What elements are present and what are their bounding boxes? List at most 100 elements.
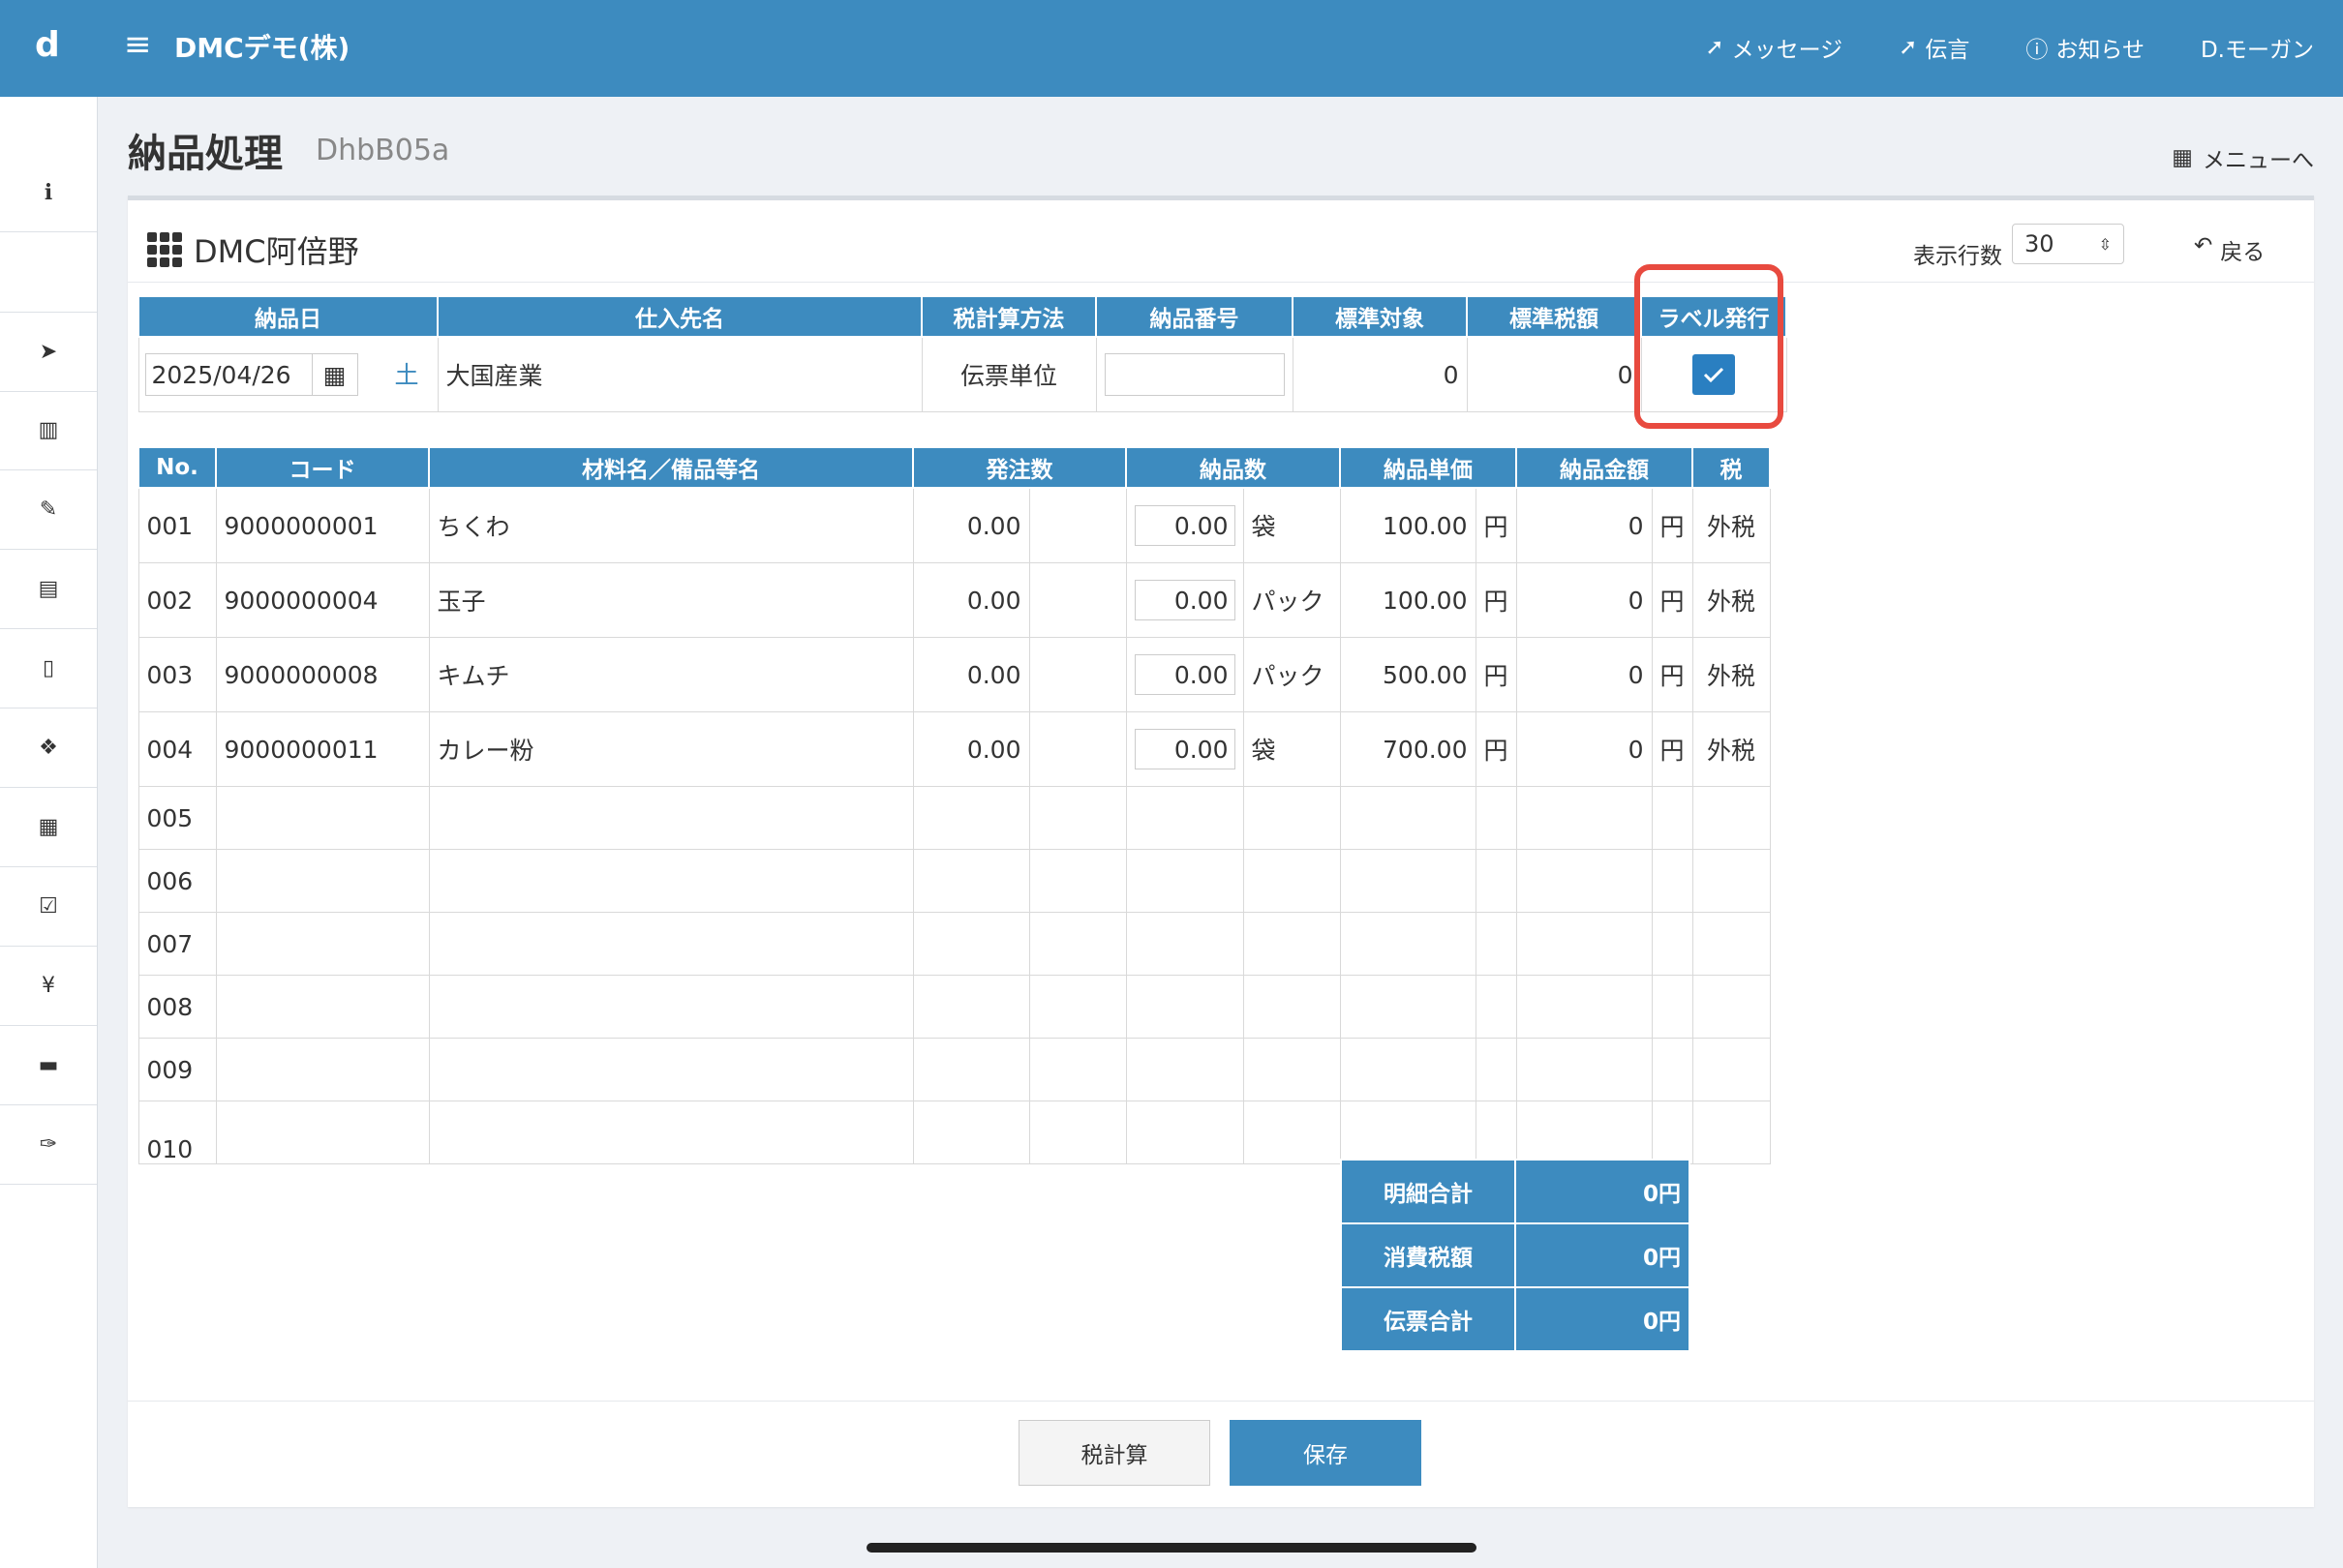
row-code: 9000000011 xyxy=(215,711,430,787)
row-yen-unit: 円 xyxy=(1651,711,1693,787)
company-name: DMCデモ(株) xyxy=(174,32,350,64)
table-row: 009 xyxy=(137,1038,1771,1101)
briefcase-icon: ▬ xyxy=(38,1053,59,1077)
page-code: DhbB05a xyxy=(316,134,450,167)
sidebar-item-chart[interactable]: ▥ xyxy=(0,391,97,470)
user-name: D.モーガン xyxy=(2200,38,2314,63)
sidebar-item-tools[interactable]: ✑ xyxy=(0,1105,97,1185)
calendar-icon: ▦ xyxy=(38,815,59,839)
totals-table: 明細合計 0円 消費税額 0円 伝票合計 0円 xyxy=(1340,1159,1690,1352)
page-title: 納品処理 xyxy=(128,132,283,176)
subtotal-label: 明細合計 xyxy=(1340,1159,1516,1224)
menu-link-label: メニューへ xyxy=(2203,148,2314,173)
table-row: 006 xyxy=(137,849,1771,913)
row-no: 010 xyxy=(137,1101,217,1164)
row-yen-unit: 円 xyxy=(1651,562,1693,638)
sidebar-item-send[interactable]: ➤ xyxy=(0,312,97,392)
delivery-qty-input[interactable]: 0.00 xyxy=(1134,505,1235,546)
delivery-qty-input[interactable]: 0.00 xyxy=(1134,580,1235,620)
table-row: 008 xyxy=(137,975,1771,1039)
updown-icon: ⇳ xyxy=(2098,234,2112,254)
table-row: 010 xyxy=(137,1101,1771,1164)
table-row: 007 xyxy=(137,912,1771,976)
sidebar-item-yen[interactable]: ¥ xyxy=(0,947,97,1026)
table-row: 002 9000000004 玉子 0.00 0.00 パック 100.00 円… xyxy=(137,562,1771,638)
save-button[interactable]: 保存 xyxy=(1230,1420,1421,1486)
table-row: 001 9000000001 ちくわ 0.00 0.00 袋 100.00 円 … xyxy=(137,487,1771,563)
table-row: 003 9000000008 キムチ 0.00 0.00 パック 500.00 … xyxy=(137,637,1771,712)
slip-no-cell xyxy=(1095,336,1293,412)
nav-user[interactable]: D.モーガン xyxy=(2201,31,2314,64)
delivery-qty-input[interactable]: 0.00 xyxy=(1134,729,1235,769)
fax-icon: ▤ xyxy=(38,577,59,601)
sidebar-item-edit[interactable]: ✎ xyxy=(0,470,97,550)
row-no: 003 xyxy=(137,637,217,712)
bar-chart-icon: ▥ xyxy=(38,418,59,442)
row-code: 9000000001 xyxy=(215,487,430,563)
send-icon: ➚ xyxy=(1705,35,1724,60)
col-slip-no: 納品番号 xyxy=(1095,295,1293,338)
row-order-qty: 0.00 xyxy=(912,637,1030,712)
calendar-icon[interactable]: ▦ xyxy=(311,353,357,396)
row-unit-price: 100.00 xyxy=(1339,487,1476,563)
col-supplier: 仕入先名 xyxy=(437,295,923,338)
sidebar-item-info[interactable]: i xyxy=(0,153,97,232)
row-no: 004 xyxy=(137,711,217,787)
col-delivery-qty: 納品数 xyxy=(1125,446,1341,489)
std-target-value: 0 xyxy=(1292,336,1468,412)
main-panel: DMC阿倍野 表示行数 30 ⇳ ↶ 戻る 納品日 仕入先名 税計算方法 納品番… xyxy=(128,196,2314,1507)
footer-divider xyxy=(128,1401,2314,1402)
row-unit: パック xyxy=(1242,562,1341,638)
back-link[interactable]: ↶ 戻る xyxy=(2194,233,2265,266)
nav-notices[interactable]: ⓘ お知らせ xyxy=(2025,31,2145,64)
sidebar-item-calendar-check[interactable]: ☑ xyxy=(0,867,97,947)
col-no: No. xyxy=(137,446,217,489)
panel-divider xyxy=(128,282,2314,283)
row-yen-unit: 円 xyxy=(1475,637,1517,712)
row-delivery-qty-cell: 0.00 xyxy=(1125,487,1244,563)
tax-calc-button[interactable]: 税計算 xyxy=(1019,1420,1210,1486)
tax-total-value: 0円 xyxy=(1514,1222,1690,1288)
sidebar-item-cubes[interactable]: ❖ xyxy=(0,709,97,788)
panel-title: DMC阿倍野 xyxy=(147,227,359,272)
row-tax: 外税 xyxy=(1691,711,1771,787)
table-row: 004 9000000011 カレー粉 0.00 0.00 袋 700.00 円… xyxy=(137,711,1771,787)
edit-icon: ✎ xyxy=(39,498,58,522)
row-item-name: ちくわ xyxy=(428,487,914,563)
delivery-qty-input[interactable]: 0.00 xyxy=(1134,654,1235,695)
info-circle-icon: ⓘ xyxy=(2025,38,2049,63)
row-tax: 外税 xyxy=(1691,562,1771,638)
std-tax-value: 0 xyxy=(1466,336,1642,412)
info-icon: i xyxy=(44,179,53,205)
rows-label: 表示行数 xyxy=(1913,244,2002,269)
row-no: 005 xyxy=(137,786,217,850)
yen-icon: ¥ xyxy=(42,974,55,998)
sidebar-item-calendar[interactable]: ▦ xyxy=(0,788,97,867)
row-yen-unit: 円 xyxy=(1475,562,1517,638)
rows-select-value: 30 xyxy=(2024,230,2054,257)
sidebar-item-document[interactable]: ▯ xyxy=(0,629,97,709)
nav-messages-label: メッセージ xyxy=(1731,38,1843,63)
rows-select[interactable]: 30 ⇳ xyxy=(2012,224,2124,264)
col-order-qty: 発注数 xyxy=(912,446,1127,489)
app-logo[interactable]: d xyxy=(35,25,60,65)
nav-messages[interactable]: ➚ メッセージ xyxy=(1705,31,1842,64)
home-indicator xyxy=(867,1543,1476,1553)
slip-total-label: 伝票合計 xyxy=(1340,1286,1516,1352)
row-yen-unit: 円 xyxy=(1651,637,1693,712)
tax-total-label: 消費税額 xyxy=(1340,1222,1516,1288)
row-yen-unit: 円 xyxy=(1475,487,1517,563)
th-grid-icon xyxy=(147,232,182,267)
row-tax: 外税 xyxy=(1691,637,1771,712)
slip-no-input[interactable] xyxy=(1104,353,1285,396)
sidebar-item-fax[interactable]: ▤ xyxy=(0,550,97,629)
row-no: 002 xyxy=(137,562,217,638)
nav-memo[interactable]: ➚ 伝言 xyxy=(1899,31,1969,64)
weekday-label: 土 xyxy=(394,360,419,389)
hamburger-menu-icon[interactable]: ≡ xyxy=(124,25,152,64)
row-yen-unit: 円 xyxy=(1651,487,1693,563)
delivery-date-input[interactable]: 2025/04/26 ▦ xyxy=(144,353,358,396)
nav-notices-label: お知らせ xyxy=(2055,38,2145,63)
sidebar-item-briefcase[interactable]: ▬ xyxy=(0,1026,97,1105)
menu-link[interactable]: ▦ メニューへ xyxy=(2172,141,2314,174)
